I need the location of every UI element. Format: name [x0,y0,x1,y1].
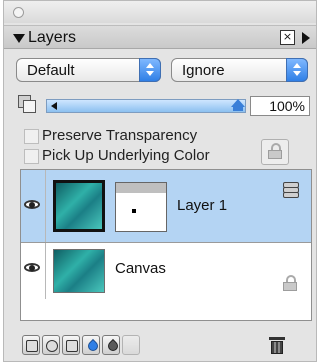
canvas-thumbnail[interactable] [53,249,105,293]
blend-mode-value: Default [27,62,75,79]
close-window-icon[interactable] [13,7,24,18]
eye-icon[interactable] [24,263,40,273]
panel-header[interactable]: Layers × [4,25,316,49]
pick-up-underlying-color-checkbox[interactable] [24,149,39,164]
blend-mode-select[interactable]: Default [16,58,161,82]
slider-left-arrow-icon[interactable] [51,102,57,110]
preserve-transparency-checkbox[interactable] [24,129,39,144]
layer-row-layer-1[interactable]: Layer 1 [21,170,311,242]
new-watercolor-layer-icon[interactable] [82,335,101,355]
layers-panel: Layers × Default Ignore 100% Preserve Tr… [3,0,317,362]
composite-method-select[interactable]: Ignore [171,58,308,82]
visibility-column [21,170,46,242]
layer-toolbar [20,335,312,357]
select-arrows-icon [286,58,308,82]
lock-icon [268,143,282,159]
opacity-field[interactable]: 100% [250,96,310,116]
composite-method-value: Ignore [182,62,225,79]
group-layers-icon[interactable] [62,335,80,355]
trash-icon[interactable] [268,335,286,355]
layer-stack-icon [283,182,299,198]
visibility-column [21,243,46,299]
opacity-icon [18,95,36,113]
eye-icon[interactable] [24,200,40,210]
layer-mask-thumbnail[interactable] [115,182,167,232]
layer-thumbnail[interactable] [53,180,105,232]
layer-list[interactable]: Layer 1 Canvas [20,169,312,321]
new-liquid-ink-layer-icon[interactable] [102,335,121,355]
disabled-tool-icon [122,335,140,355]
panel-menu-icon[interactable] [302,32,310,44]
new-layer-icon[interactable] [22,335,40,355]
layer-name: Layer 1 [177,197,228,214]
close-panel-icon[interactable]: × [280,30,295,45]
layer-row-canvas[interactable]: Canvas [21,242,311,299]
panel-title: Layers [28,29,77,46]
preserve-transparency-label: Preserve Transparency [42,127,198,144]
layer-name: Canvas [115,260,166,277]
new-layer-mask-icon[interactable] [42,335,60,355]
pick-up-underlying-color-label: Pick Up Underlying Color [42,147,210,164]
window-title-bar [4,1,316,23]
canvas-lock-icon [283,275,297,291]
select-arrows-icon [139,58,161,82]
opacity-slider[interactable] [46,99,246,113]
lock-layer-button[interactable] [261,139,289,165]
opacity-slider-thumb[interactable] [231,99,245,112]
collapse-triangle-icon[interactable] [13,34,25,43]
